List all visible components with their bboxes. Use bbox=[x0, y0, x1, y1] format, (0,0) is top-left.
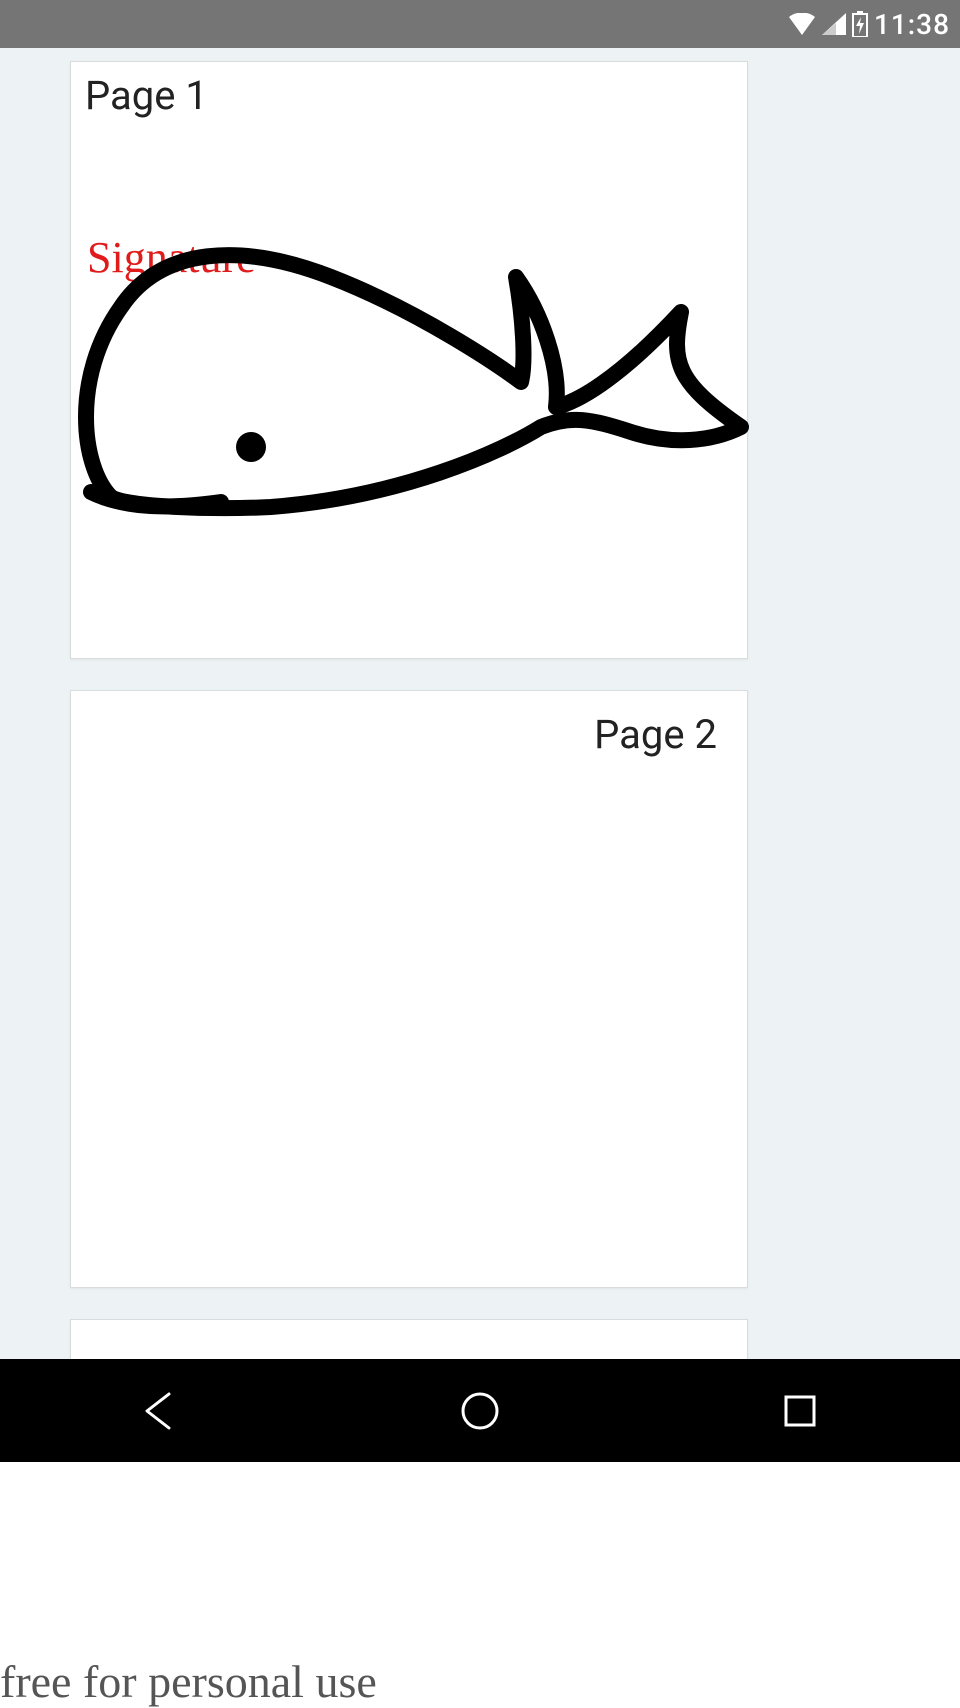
page-3[interactable] bbox=[70, 1319, 748, 1359]
page-label: Page 2 bbox=[594, 711, 717, 758]
recents-button[interactable] bbox=[730, 1381, 870, 1441]
back-button[interactable] bbox=[90, 1381, 230, 1441]
footer-area: free for personal use bbox=[0, 1462, 960, 1708]
page-label: Page 1 bbox=[85, 72, 208, 119]
page-2[interactable]: Page 2 bbox=[70, 690, 748, 1288]
whale-drawing bbox=[71, 207, 749, 531]
clock: 11:38 bbox=[874, 8, 950, 41]
navigation-bar bbox=[0, 1359, 960, 1462]
signal-icon bbox=[822, 13, 846, 35]
wifi-icon bbox=[788, 13, 816, 35]
document-viewport[interactable]: Page 1 Signature Page 2 bbox=[0, 48, 960, 1359]
page-1[interactable]: Page 1 Signature bbox=[70, 61, 748, 659]
footer-text: free for personal use bbox=[0, 1655, 377, 1708]
battery-charging-icon bbox=[852, 11, 868, 37]
status-bar: 11:38 bbox=[0, 0, 960, 48]
home-button[interactable] bbox=[410, 1381, 550, 1441]
